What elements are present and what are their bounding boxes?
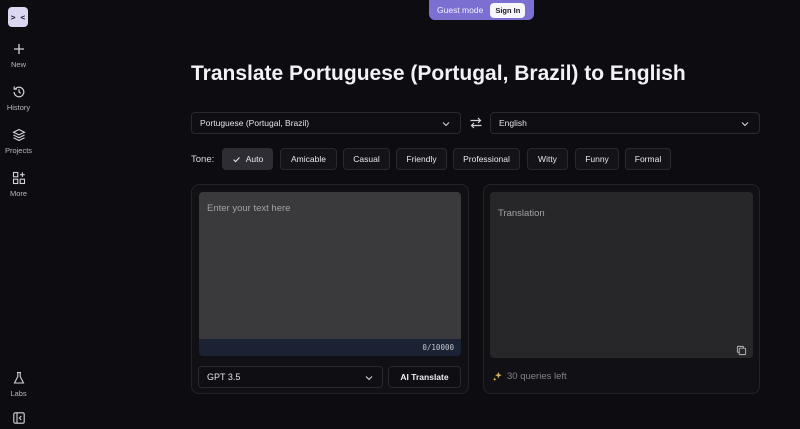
sidebar-item-label: New	[10, 60, 26, 69]
tone-option-casual[interactable]: Casual	[343, 148, 390, 170]
collapse-sidebar-icon	[12, 412, 25, 424]
sidebar: > < New History Projects More Labs	[0, 0, 37, 429]
guest-mode-banner: Guest mode Sign In	[429, 0, 534, 20]
tone-option-label: Funny	[585, 154, 609, 164]
model-select[interactable]: GPT 3.5	[198, 366, 383, 388]
tone-option-label: Professional	[463, 154, 510, 164]
tone-option-friendly[interactable]: Friendly	[396, 148, 447, 170]
chevron-down-icon	[741, 122, 749, 127]
target-language-value: English	[499, 118, 527, 128]
character-counter: 0/10000	[422, 343, 454, 352]
queries-left-indicator: 30 queries left	[492, 371, 567, 382]
flask-icon	[13, 371, 24, 384]
tone-option-label: Amicable	[291, 154, 326, 164]
sign-in-button[interactable]: Sign In	[490, 2, 526, 18]
source-language-select[interactable]: Portuguese (Portugal, Brazil)	[191, 112, 461, 134]
sidebar-item-labs[interactable]: Labs	[0, 370, 37, 398]
sidebar-item-history[interactable]: History	[0, 84, 37, 112]
collapse-sidebar-button[interactable]	[0, 410, 37, 426]
tone-option-professional[interactable]: Professional	[453, 148, 520, 170]
source-text-input[interactable]	[199, 192, 461, 339]
source-language-value: Portuguese (Portugal, Brazil)	[200, 118, 310, 128]
layers-icon	[11, 128, 26, 142]
sidebar-item-label: Projects	[4, 146, 33, 155]
chevron-down-icon	[365, 376, 373, 381]
tone-option-witty[interactable]: Witty	[527, 148, 568, 170]
check-icon	[232, 156, 240, 162]
sparkle-icon	[492, 371, 502, 382]
chevron-down-icon	[442, 122, 450, 127]
sidebar-item-label: Labs	[10, 389, 27, 398]
guest-mode-text: Guest mode	[437, 5, 484, 15]
translation-output: Translation	[490, 192, 753, 358]
tone-option-label: Friendly	[406, 154, 437, 164]
queries-left-text: 30 queries left	[507, 371, 567, 382]
sidebar-item-label: History	[6, 103, 31, 112]
ai-translate-button[interactable]: AI Translate	[388, 366, 461, 388]
tone-option-label: Casual	[353, 154, 380, 164]
page-title: Translate Portuguese (Portugal, Brazil) …	[191, 62, 686, 85]
target-language-select[interactable]: English	[490, 112, 760, 134]
tone-option-auto[interactable]: Auto	[222, 148, 273, 170]
character-counter-bar: 0/10000	[199, 339, 461, 356]
grid-plus-icon	[12, 171, 25, 185]
sidebar-item-more[interactable]: More	[0, 170, 37, 198]
plus-icon	[13, 44, 24, 54]
tone-option-label: Auto	[245, 154, 264, 164]
sidebar-item-label: More	[9, 189, 28, 198]
tone-option-funny[interactable]: Funny	[575, 148, 619, 170]
model-select-value: GPT 3.5	[207, 372, 241, 382]
tone-option-label: Witty	[538, 154, 557, 164]
swap-languages-icon[interactable]	[468, 115, 484, 131]
tone-label: Tone:	[191, 154, 215, 165]
tone-option-amicable[interactable]: Amicable	[280, 148, 337, 170]
sidebar-item-projects[interactable]: Projects	[0, 127, 37, 155]
app-logo[interactable]: > <	[8, 7, 28, 27]
ai-translate-label: AI Translate	[400, 372, 449, 382]
history-icon	[13, 86, 24, 98]
tone-option-label: Formal	[634, 154, 662, 164]
tone-option-formal[interactable]: Formal	[625, 148, 671, 170]
translation-placeholder: Translation	[498, 208, 545, 219]
sidebar-item-new[interactable]: New	[0, 41, 37, 69]
copy-icon[interactable]	[736, 345, 747, 356]
